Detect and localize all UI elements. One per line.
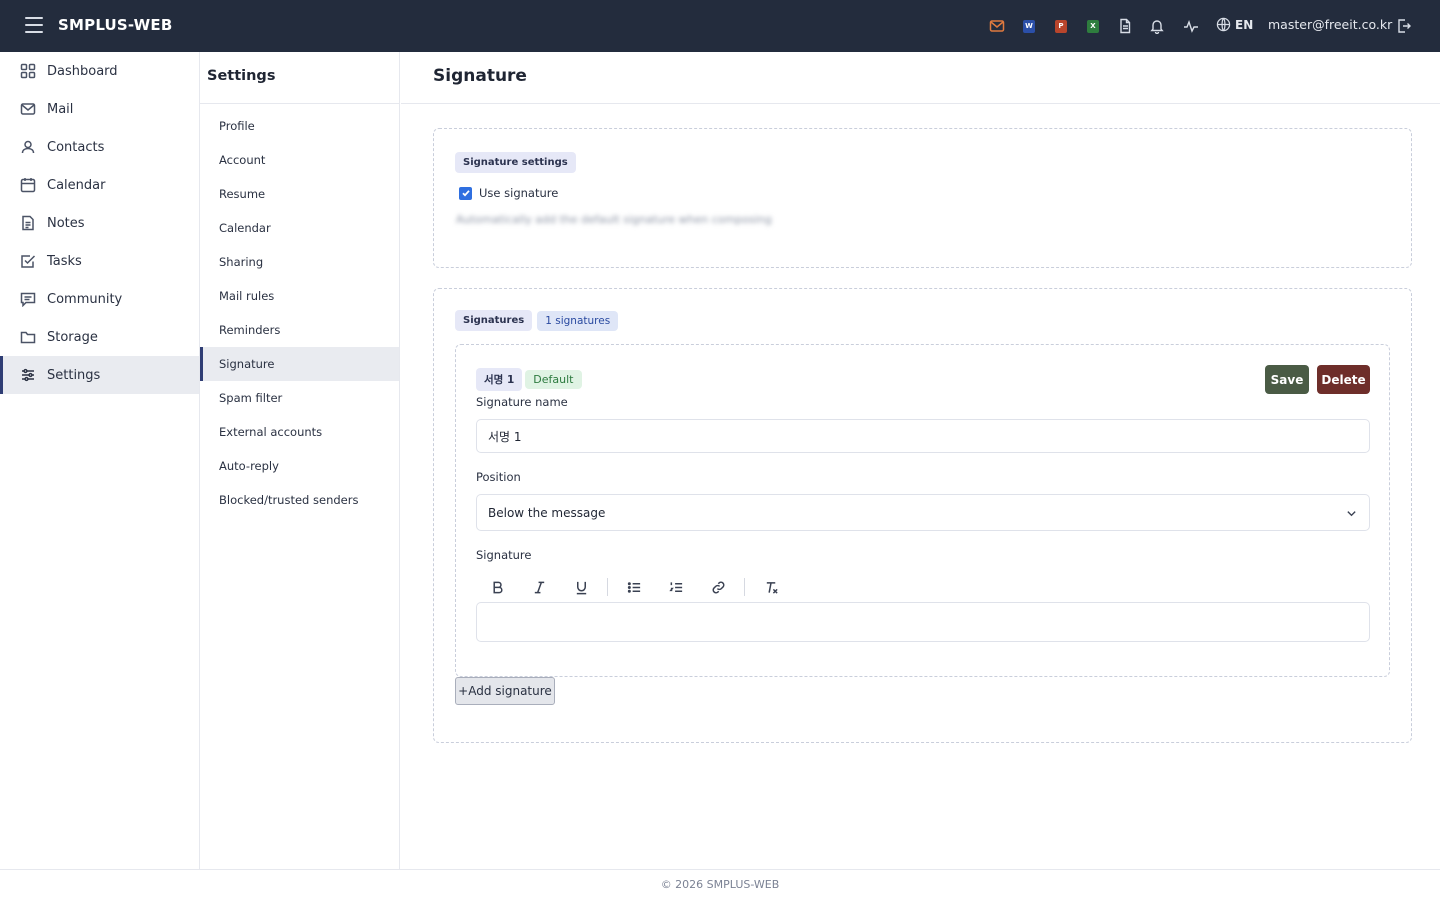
- signatures-count-badge: 1 signatures: [537, 310, 619, 331]
- nav-item-label: Notes: [47, 215, 85, 231]
- nav-item-notes[interactable]: Notes: [0, 204, 199, 242]
- globe-icon: [1216, 17, 1231, 32]
- nav-item-calendar[interactable]: Calendar: [0, 166, 199, 204]
- nav-item-label: Storage: [47, 329, 98, 345]
- signature-item: 서명 1 Default Save Delete Signature name …: [455, 344, 1390, 677]
- chevron-down-icon: [1347, 511, 1356, 517]
- nav-item-label: Tasks: [47, 253, 82, 269]
- editor-toolbar: [476, 575, 792, 599]
- folder-icon: [20, 331, 36, 344]
- app-title: SMPLUS-WEB: [58, 16, 173, 34]
- settings-item-profile[interactable]: Profile: [200, 109, 399, 143]
- settings-item-auto-reply[interactable]: Auto-reply: [200, 449, 399, 483]
- nav-item-storage[interactable]: Storage: [0, 318, 199, 356]
- bell-icon[interactable]: [1148, 17, 1166, 35]
- position-select[interactable]: Below the message: [476, 494, 1370, 531]
- bullet-list-icon[interactable]: [613, 575, 655, 599]
- user-email[interactable]: master@freeit.co.kr: [1268, 17, 1392, 32]
- position-value: Below the message: [488, 505, 606, 520]
- use-signature-checkbox[interactable]: Use signature: [459, 186, 558, 200]
- calendar-icon: [20, 178, 36, 193]
- activity-icon[interactable]: [1182, 17, 1200, 35]
- signature-name-badge: 서명 1: [476, 368, 523, 391]
- toolbar-divider: [744, 578, 745, 596]
- use-signature-label: Use signature: [479, 186, 559, 200]
- main-nav: Dashboard Mail Contacts Calendar Notes T…: [0, 52, 200, 870]
- default-badge: Default: [525, 370, 582, 389]
- bold-icon[interactable]: [476, 575, 518, 599]
- community-icon: [20, 292, 36, 307]
- language-label: EN: [1235, 17, 1254, 32]
- link-icon[interactable]: [697, 575, 739, 599]
- menu-icon[interactable]: [25, 17, 43, 33]
- mail-icon: [20, 103, 36, 115]
- signature-settings-badge: Signature settings: [455, 152, 576, 173]
- nav-item-label: Mail: [47, 101, 74, 117]
- nav-item-label: Dashboard: [47, 63, 118, 79]
- settings-item-signature[interactable]: Signature: [200, 347, 399, 381]
- signature-editor[interactable]: [476, 602, 1370, 642]
- numbered-list-icon[interactable]: [655, 575, 697, 599]
- powerpoint-icon[interactable]: P: [1052, 17, 1070, 35]
- logout-icon[interactable]: [1395, 17, 1413, 35]
- settings-item-mail-rules[interactable]: Mail rules: [200, 279, 399, 313]
- signature-settings-card: Signature settings Use signature Automat…: [433, 128, 1412, 268]
- position-label: Position: [476, 470, 521, 484]
- top-bar: SMPLUS-WEB W P X EN master@freeit.co.kr: [0, 0, 1440, 52]
- settings-item-reminders[interactable]: Reminders: [200, 313, 399, 347]
- footer: © 2026 SMPLUS-WEB: [0, 869, 1440, 900]
- settings-sliders-icon: [22, 368, 34, 382]
- nav-item-label: Community: [47, 291, 123, 307]
- nav-item-settings[interactable]: Settings: [0, 356, 199, 394]
- use-signature-hint: Automatically add the default signature …: [456, 213, 772, 226]
- signature-name-input[interactable]: 서명 1: [476, 419, 1370, 453]
- signature-name-label: Signature name: [476, 395, 568, 409]
- settings-nav-title: Settings: [200, 52, 399, 104]
- nav-item-label: Calendar: [47, 177, 106, 193]
- signature-body-label: Signature: [476, 548, 532, 562]
- add-signature-button[interactable]: +Add signature: [455, 677, 555, 705]
- mail-icon[interactable]: [988, 17, 1006, 35]
- save-button[interactable]: Save: [1265, 365, 1309, 394]
- nav-item-mail[interactable]: Mail: [0, 90, 199, 128]
- settings-item-calendar[interactable]: Calendar: [200, 211, 399, 245]
- settings-nav: Settings Profile Account Resume Calendar…: [200, 52, 400, 870]
- settings-item-external-accounts[interactable]: External accounts: [200, 415, 399, 449]
- excel-icon[interactable]: X: [1084, 17, 1102, 35]
- contacts-icon: [21, 140, 35, 154]
- nav-item-label: Settings: [47, 367, 101, 383]
- word-icon[interactable]: W: [1020, 17, 1038, 35]
- italic-icon[interactable]: [518, 575, 560, 599]
- underline-icon[interactable]: [560, 575, 602, 599]
- clear-format-icon[interactable]: [750, 575, 792, 599]
- main-content: Signature Signature settings Use signatu…: [401, 52, 1440, 870]
- nav-item-contacts[interactable]: Contacts: [0, 128, 199, 166]
- checkbox-checked-icon[interactable]: [459, 186, 472, 200]
- settings-item-sharing[interactable]: Sharing: [200, 245, 399, 279]
- settings-item-spam-filter[interactable]: Spam filter: [200, 381, 399, 415]
- nav-item-label: Contacts: [47, 139, 105, 155]
- settings-item-account[interactable]: Account: [200, 143, 399, 177]
- signature-name-value: 서명 1: [488, 429, 522, 444]
- page-title: Signature: [401, 52, 1440, 104]
- toolbar-divider: [607, 578, 608, 596]
- signatures-badge: Signatures: [455, 310, 533, 331]
- tasks-icon: [21, 255, 36, 268]
- settings-item-blocked-trusted-senders[interactable]: Blocked/trusted senders: [200, 483, 399, 517]
- signatures-card: Signatures 1 signatures 서명 1 Default Sav…: [433, 288, 1412, 743]
- nav-item-tasks[interactable]: Tasks: [0, 242, 199, 280]
- document-icon[interactable]: [1116, 17, 1134, 35]
- nav-item-community[interactable]: Community: [0, 280, 199, 318]
- grid-icon: [20, 63, 36, 79]
- nav-item-dashboard[interactable]: Dashboard: [0, 52, 199, 90]
- notes-icon: [22, 215, 34, 231]
- settings-item-resume[interactable]: Resume: [200, 177, 399, 211]
- language-switcher[interactable]: EN: [1216, 17, 1253, 32]
- delete-button[interactable]: Delete: [1317, 365, 1370, 394]
